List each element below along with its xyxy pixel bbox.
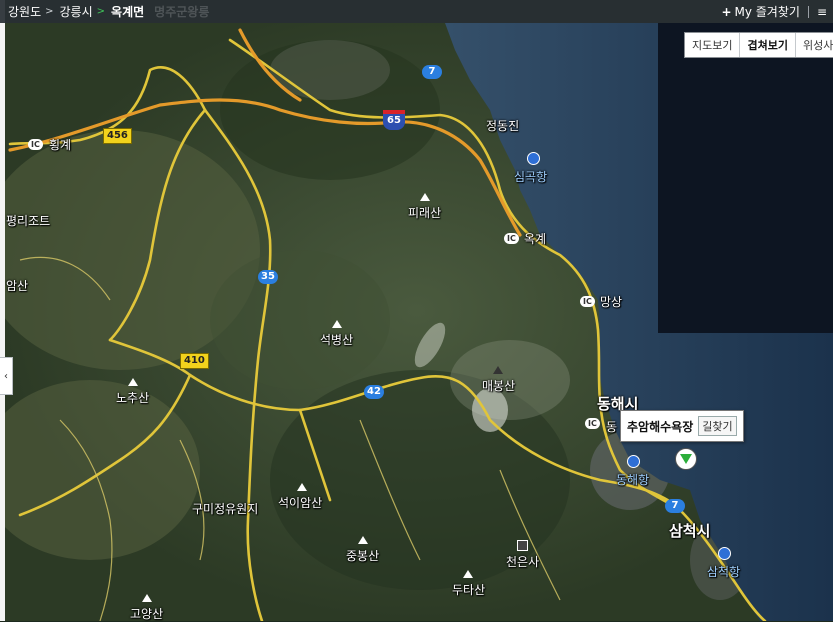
left-panel-edge xyxy=(0,0,5,621)
harbor-icon xyxy=(718,547,731,560)
harbor-label-donghae: 동해항 xyxy=(616,473,650,487)
peak-label-goyangsan: 고양산 xyxy=(130,607,164,621)
map-type-hybrid[interactable]: 겹쳐보기 xyxy=(740,33,796,57)
top-right-actions: + My 즐겨찾기 ≡ xyxy=(721,0,827,23)
chevron-right-icon: > xyxy=(45,6,54,17)
place-label-amsan: 암산 xyxy=(6,279,29,293)
breadcrumb-label: 강원도 xyxy=(8,5,42,19)
route-shield-35: 35 xyxy=(258,270,278,284)
place-label-gumijeong: 구미정유원지 xyxy=(192,502,259,516)
breadcrumb-item-town[interactable]: 옥계면 xyxy=(111,3,144,20)
ic-badge: IC xyxy=(585,418,600,429)
map-overlay-panel xyxy=(658,23,833,333)
pin-arrow-icon xyxy=(680,454,692,464)
peak-icon xyxy=(332,320,342,328)
chevron-right-icon: > xyxy=(96,6,106,17)
ic-badge: IC xyxy=(28,139,43,150)
place-popup: 추암해수욕장 길찾기 xyxy=(620,410,744,442)
harbor-label-samcheok: 삼척항 xyxy=(707,565,741,579)
ic-label-hoenggye: 횡계 xyxy=(49,138,72,152)
peak-label-piraesan: 피래산 xyxy=(408,206,442,220)
peak-icon xyxy=(493,366,503,374)
faded-place-label: 명주군왕릉 xyxy=(154,5,210,19)
peak-icon xyxy=(420,193,430,201)
divider xyxy=(807,5,809,18)
ic-label-mangsang: 망상 xyxy=(600,295,623,309)
map-type-satellite[interactable]: 위성사진 xyxy=(796,33,833,57)
chevron-left-icon: ‹ xyxy=(4,370,8,382)
temple-icon xyxy=(517,540,528,551)
popup-place-name[interactable]: 추암해수욕장 xyxy=(627,418,693,435)
harbor-icon xyxy=(627,455,640,468)
location-pin-marker[interactable] xyxy=(675,448,697,470)
peak-label-seogamsan: 석이암산 xyxy=(278,496,323,510)
directions-button[interactable]: 길찾기 xyxy=(698,416,737,436)
peak-icon xyxy=(142,594,152,602)
harbor-icon xyxy=(527,152,540,165)
location-breadcrumb-bar: 강원도 > 강릉시 > 옥계면 명주군왕릉 + My 즐겨찾기 ≡ xyxy=(0,0,833,23)
route-shield-42: 42 xyxy=(364,385,384,399)
route-shield-expressway-65: 65 xyxy=(383,110,405,130)
ic-badge: IC xyxy=(504,233,519,244)
peak-label-jungbongsan: 중봉산 xyxy=(346,549,380,563)
place-label-pyeongri: 평리조트 xyxy=(6,214,51,228)
route-shield-410: 410 xyxy=(180,353,209,369)
my-favorites-label: My 즐겨찾기 xyxy=(734,5,800,19)
city-label-samcheok: 삼척시 xyxy=(669,522,711,540)
peak-label-maebongsan: 매봉산 xyxy=(482,379,516,393)
my-favorites-button[interactable]: + My 즐겨찾기 xyxy=(721,3,800,20)
breadcrumb-item-province[interactable]: 강원도 > xyxy=(8,3,60,20)
route-shield-456: 456 xyxy=(103,128,132,144)
place-label-jeongdongjin: 정동진 xyxy=(486,119,520,133)
ic-label-okgye: 옥계 xyxy=(524,232,547,246)
peak-icon xyxy=(463,570,473,578)
peak-icon xyxy=(358,536,368,544)
harbor-label-simgok: 심곡항 xyxy=(514,170,548,184)
peak-label-seokbyeongsan: 석병산 xyxy=(320,333,354,347)
place-label-dong: 동 xyxy=(606,420,618,434)
breadcrumb-label: 강릉시 xyxy=(59,5,93,19)
peak-label-nochusan: 노추산 xyxy=(116,391,150,405)
peak-icon xyxy=(297,483,307,491)
place-label-cheoneunsa: 천은사 xyxy=(506,555,540,569)
peak-icon xyxy=(128,378,138,386)
breadcrumb-item-city[interactable]: 강릉시 > xyxy=(60,3,112,20)
route-shield-7-south: 7 xyxy=(665,499,685,513)
ic-badge: IC xyxy=(580,296,595,307)
peak-label-dutasan: 두타산 xyxy=(452,583,486,597)
map-type-toggle: 지도보기 겹쳐보기 위성사진 xyxy=(684,32,833,58)
breadcrumb-label: 옥계면 xyxy=(111,5,145,19)
route-shield-7-north: 7 xyxy=(422,65,442,79)
menu-icon[interactable]: ≡ xyxy=(817,5,827,19)
map-type-normal[interactable]: 지도보기 xyxy=(685,33,741,57)
plus-icon: + xyxy=(721,4,732,19)
collapse-panel-button[interactable]: ‹ xyxy=(0,357,13,395)
